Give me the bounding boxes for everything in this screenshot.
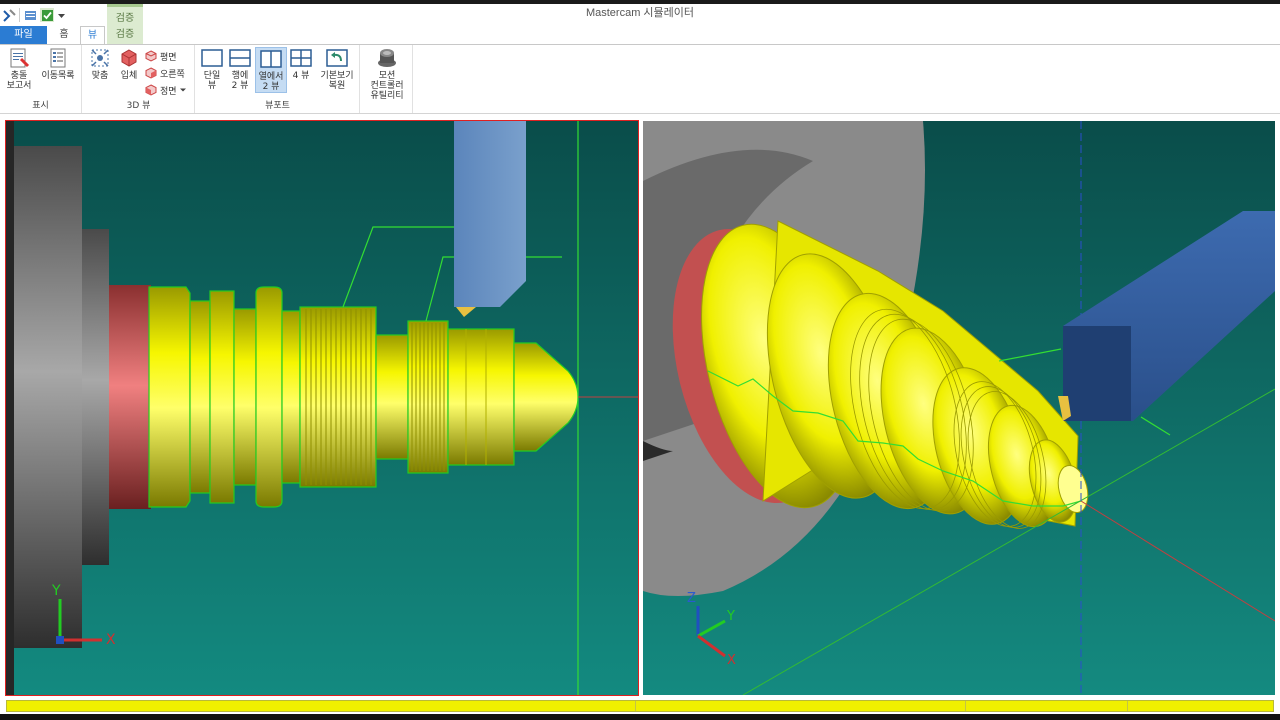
two-view-column-icon (260, 48, 282, 70)
qat-dropdown-icon[interactable] (57, 8, 65, 22)
four-view-button[interactable]: 4 뷰 (289, 47, 313, 81)
collision-report-button[interactable]: 충돌 보고서 (3, 47, 35, 91)
group-display-label: 표시 (32, 101, 49, 111)
solid-button[interactable]: 입체 (116, 47, 142, 81)
reset-default-view-label: 기본보기 복원 (320, 71, 354, 91)
group-3d-view: 맞춤 입체 평면 오른쪽 정면 3D 뷰 (83, 45, 195, 113)
stock-face (109, 285, 151, 509)
group-3d-view-label: 3D 뷰 (126, 101, 151, 111)
left-viewport-scene (6, 121, 638, 695)
collision-report-label: 충돌 보고서 (6, 71, 32, 91)
chuck-jaw (14, 146, 82, 648)
move-list-button[interactable]: 이동목록 (38, 47, 78, 81)
two-view-row-label: 행에 2 뷰 (231, 71, 249, 91)
four-view-icon (290, 47, 312, 69)
motion-controller-label: 모션 컨트롤러 유틸리티 (370, 71, 404, 101)
chuck-shadow (6, 121, 14, 695)
motion-controller-utility-button[interactable]: 모션 컨트롤러 유틸리티 (365, 47, 409, 101)
left-axis-x-label: X (106, 632, 116, 648)
reset-default-view-button[interactable]: 기본보기 복원 (316, 47, 358, 91)
group-utility: 모션 컨트롤러 유틸리티 (361, 45, 413, 113)
tab-verify[interactable]: 검증 (107, 26, 143, 44)
solid-cube-icon (118, 47, 140, 69)
group-viewport-label: 뷰포트 (265, 101, 290, 111)
ribbon-tabs: 파일 홈 뷰 검증 (0, 26, 1280, 45)
left-viewport[interactable]: Y X (5, 120, 639, 696)
single-view-icon (201, 47, 223, 69)
tab-file[interactable]: 파일 (0, 26, 47, 44)
right-axis-y-label: Y (727, 609, 735, 624)
ribbon: 충돌 보고서 이동목록 표시 맞춤 입체 평면 오른쪽 정면 3D 뷰 단일 뷰… (0, 44, 1280, 114)
two-view-row-icon (229, 47, 251, 69)
right-axis-x-label: X (727, 653, 736, 668)
tab-view[interactable]: 뷰 (80, 26, 105, 45)
checkbox-icon[interactable] (40, 8, 54, 22)
reset-view-icon (326, 47, 348, 69)
fit-icon (89, 47, 111, 69)
bottom-edge (0, 714, 1280, 720)
fit-button[interactable]: 맞춤 (86, 47, 114, 81)
top-view-label: 평면 (160, 52, 177, 63)
report-icon (8, 47, 30, 69)
top-view-icon (145, 50, 157, 62)
fit-label: 맞춤 (91, 71, 109, 81)
simulation-progress-bar[interactable] (6, 700, 1274, 712)
progress-fill (7, 701, 1273, 711)
tab-home[interactable]: 홈 (50, 26, 78, 44)
context-tab-group-label: 검증 (115, 13, 135, 24)
left-axis-y-label: Y (52, 583, 61, 599)
right-viewport-scene (643, 121, 1275, 695)
quick-access-toolbar (2, 7, 65, 23)
motion-controller-icon (376, 47, 398, 69)
chevron-down-icon (179, 88, 186, 92)
settings-icon[interactable] (23, 8, 37, 22)
chuck-collar (82, 229, 109, 565)
progress-tick (965, 701, 966, 711)
two-view-column-button[interactable]: 열에서 2 뷰 (255, 47, 287, 93)
front-view-icon (145, 84, 157, 96)
separator (19, 8, 20, 22)
front-view-button[interactable]: 정면 (145, 82, 186, 98)
four-view-label: 4 뷰 (292, 71, 310, 81)
right-view-label: 오른쪽 (160, 69, 185, 80)
right-view-icon (145, 67, 157, 79)
solid-label: 입체 (120, 71, 138, 81)
progress-tick (1127, 701, 1128, 711)
progress-tick (635, 701, 636, 711)
title-bar: 검증 (0, 4, 1280, 48)
right-view-button[interactable]: 오른쪽 (145, 65, 185, 81)
group-display: 충돌 보고서 이동목록 표시 (0, 45, 82, 113)
right-axis-z-label: Z (687, 591, 696, 606)
two-view-column-label: 열에서 2 뷰 (258, 72, 284, 92)
cutting-tool (454, 121, 526, 317)
group-viewport: 단일 뷰 행에 2 뷰 열에서 2 뷰 4 뷰 기본보기 복원 뷰포트 (196, 45, 360, 113)
single-view-label: 단일 뷰 (203, 71, 221, 91)
top-view-button[interactable]: 평면 (145, 48, 177, 64)
front-view-label: 정면 (160, 86, 177, 97)
right-viewport[interactable]: Z Y X (643, 121, 1275, 695)
single-view-button[interactable]: 단일 뷰 (199, 47, 225, 91)
list-icon (47, 47, 69, 69)
viewport-area: Y X Z Y X (0, 115, 1280, 696)
two-view-row-button[interactable]: 행에 2 뷰 (227, 47, 253, 91)
app-icon[interactable] (2, 8, 16, 22)
move-list-label: 이동목록 (41, 71, 75, 81)
